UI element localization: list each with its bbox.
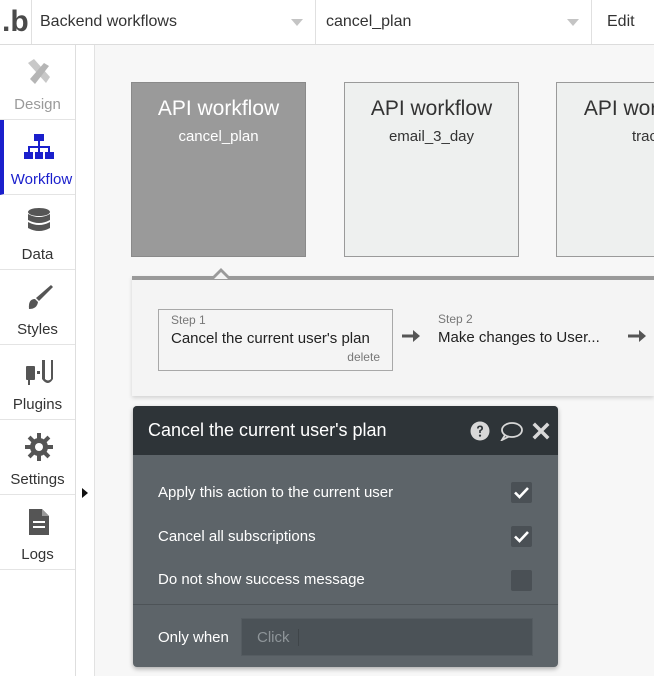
hide-success-message-checkbox[interactable] [511,570,532,591]
sidebar-item-workflow[interactable]: Workflow [0,120,75,195]
bubble-logo[interactable]: .b [2,6,32,38]
cancel-all-subscriptions-checkbox[interactable] [511,526,532,547]
page-selector-value: Backend workflows [40,13,177,30]
checkmark-icon [514,531,529,543]
workflow-card[interactable]: API workflow trac [556,82,654,257]
page-selector[interactable]: Backend workflows [31,0,316,44]
workflow-card[interactable]: API workflow cancel_plan [131,82,306,257]
delete-step-link[interactable]: delete [347,350,380,364]
document-icon [29,509,49,535]
panel-title: Cancel the current user's plan [148,420,387,440]
gear-icon [25,433,53,461]
checkmark-icon [514,487,529,499]
help-icon[interactable] [470,421,490,441]
workflow-card-name: cancel_plan [178,128,259,145]
sidebar-item-styles[interactable]: Styles [0,270,75,345]
arrow-right-icon [402,330,420,342]
action-property-editor: Cancel the current user's plan Apply thi… [133,406,558,667]
option-label: Do not show success message [158,571,365,588]
sidebar-item-design[interactable]: Design [0,45,75,120]
edit-button[interactable]: Edit [592,0,654,44]
option-label: Apply this action to the current user [158,484,394,501]
database-icon [28,208,50,231]
arrow-right-icon [628,330,646,342]
close-icon[interactable] [532,421,550,441]
workflow-icon [24,134,54,159]
sidebar-item-settings[interactable]: Settings [0,420,75,495]
sidebar-item-logs[interactable]: Logs [0,495,75,570]
design-icon [28,59,50,84]
top-bar: .b Backend workflows cancel_plan Edit [0,0,654,45]
sidebar-collapse-arrow-icon[interactable] [82,488,88,498]
step-name: Make changes to User... [438,329,600,346]
workflow-card-title: API workflow [157,97,280,120]
chevron-down-icon [291,19,303,26]
workflow-selector-value: cancel_plan [326,13,412,30]
workflow-step[interactable]: Step 1 Cancel the current user's plan de… [158,309,393,371]
sidebar-item-label: Logs [21,546,54,563]
brush-icon [28,285,53,309]
plug-icon [26,360,53,385]
step-number: Step 2 [438,312,473,326]
sidebar-item-label: Settings [10,471,65,488]
workflow-card-name: email_3_day [388,128,475,145]
step-name: Cancel the current user's plan [171,330,370,347]
sidebar-item-label: Workflow [10,171,73,188]
workflow-card-title: API workflow [583,97,654,120]
sidebar-item-label: Plugins [12,396,63,413]
only-when-placeholder: Click [257,629,299,646]
sidebar-item-label: Design [14,96,61,113]
sidebar-item-data[interactable]: Data [0,195,75,270]
workflow-card[interactable]: API workflow email_3_day [344,82,519,257]
apply-to-current-user-checkbox[interactable] [511,482,532,503]
workflow-card-title: API workflow [370,97,493,120]
chevron-down-icon [567,19,579,26]
workflow-card-name: trac [631,128,654,145]
step-number: Step 1 [171,313,206,327]
only-when-condition-input[interactable]: Click [241,618,533,656]
option-label: Cancel all subscriptions [158,528,316,545]
panel-header: Cancel the current user's plan [133,406,558,455]
selection-pointer-inner [214,272,228,279]
comment-icon[interactable] [500,421,524,441]
workflow-step[interactable]: Step 2 Make changes to User... [430,309,620,371]
only-when-label: Only when [158,629,229,646]
sidebar-item-label: Data [21,246,54,263]
sidebar-item-plugins[interactable]: Plugins [0,345,75,420]
panel-divider [133,604,558,605]
sidebar-item-label: Styles [17,321,58,338]
sidebar: Design Workflow Data Styles Plugins Sett… [0,45,76,676]
workflow-selector[interactable]: cancel_plan [316,0,592,44]
